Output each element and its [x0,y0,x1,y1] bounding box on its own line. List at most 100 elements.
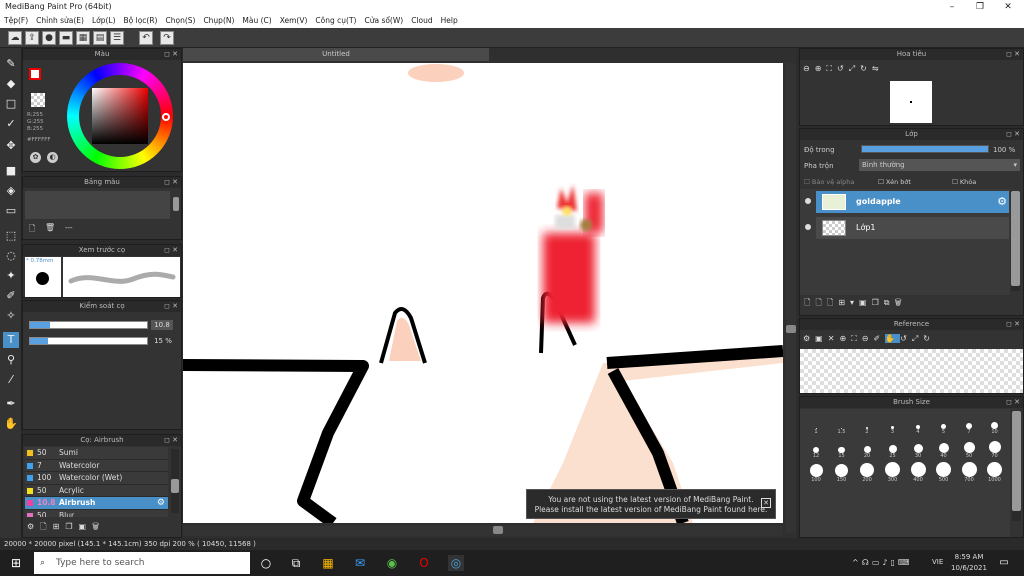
lasso-tool-icon[interactable]: ◌ [3,248,19,264]
gear-icon[interactable]: ⚙ [157,497,165,510]
canvas-vertical-scrollbar[interactable] [786,63,796,533]
close-button[interactable]: ✕ [994,0,1022,14]
saturation-value-square[interactable] [92,88,148,144]
cortana-icon[interactable]: ○ [258,555,274,571]
open-folder-icon[interactable]: ▣ [815,334,828,343]
brush-size-slider[interactable] [29,321,148,329]
new-palette-icon[interactable]: 🗋 [29,223,35,237]
ref-zoom-in-icon[interactable]: ⊕ [839,334,851,343]
notifications-icon[interactable]: ▭ [996,555,1012,571]
panel-close-icon[interactable]: ◻ ✕ [1006,129,1020,140]
tray-chevron-icon[interactable]: ^ [852,558,862,567]
windows-start-icon[interactable]: ⊞ [8,555,24,571]
add-layer-menu-icon[interactable]: ⊞▾ [838,298,859,307]
palette-add-icon[interactable]: ✿ [30,152,41,163]
menu-item[interactable]: Chỉnh sửa(E) [32,14,88,28]
panel-close-icon[interactable]: ◻ ✕ [1006,397,1020,408]
brush-size-cell[interactable]: 70 [983,439,1007,459]
ref-fullscreen-icon[interactable]: ⤢ [912,334,923,343]
brush-opacity-value[interactable]: 15 % [151,336,175,346]
zoom-out-icon[interactable]: ⊖ [803,64,815,73]
opera-icon[interactable]: O [416,555,432,571]
chrome-icon[interactable]: ◎ [448,555,464,571]
medibang-icon[interactable]: ◉ [384,555,400,571]
magic-wand-icon[interactable]: ✦ [3,268,19,284]
menu-item[interactable]: Cloud [407,14,436,28]
save-icon[interactable]: ⇪ [25,31,39,45]
delete-brush-icon[interactable]: 🗑 [92,522,105,531]
menu-item[interactable]: Cửa sổ(W) [360,14,407,28]
undo-icon[interactable]: ↶ [139,31,153,45]
brush-size-cell[interactable]: 200 [855,463,879,483]
brush-size-cell[interactable]: 1.5 [830,415,854,435]
brush-list-item[interactable]: 50 Blur [25,509,168,517]
move-tool-icon[interactable]: ✥ [3,138,19,154]
menu-item[interactable]: Công cụ(T) [311,14,360,28]
hue-wheel[interactable] [67,63,173,169]
brush-size-cell[interactable]: 700 [957,462,981,483]
ref-hand-icon[interactable]: ✋ [885,334,901,343]
drawing-canvas[interactable] [183,63,783,523]
cloud-icon[interactable]: ☁ [8,31,22,45]
panel-close-icon[interactable]: ◻ ✕ [164,177,178,188]
select-eraser-icon[interactable]: ✧ [3,308,19,324]
hue-handle[interactable] [162,113,170,121]
brush-size-cell[interactable]: 40 [932,439,956,459]
eye-icon[interactable] [805,198,811,204]
eyedropper-tool-icon[interactable]: ⁄ [3,372,19,388]
layer-list-scrollbar[interactable] [1011,191,1020,291]
menu-item[interactable]: Tệp(F) [0,14,32,28]
palette-scrollbar[interactable] [173,197,179,211]
layer-row[interactable]: goldapple ⚙ [805,191,1009,213]
taskbar-search[interactable]: ⌕ Type here to search [34,552,250,574]
bucket-tool-icon[interactable]: ◈ [3,183,19,199]
mail-icon[interactable]: ✉ [352,555,368,571]
lock-checkbox[interactable]: ☐ Khóa [952,178,976,186]
ref-fit-icon[interactable]: ⛶ [851,334,862,343]
fullscreen-icon[interactable]: ⤢ [849,64,860,73]
brush-size-cell[interactable]: 5 [932,415,956,435]
ref-rotate-left-icon[interactable]: ↺ [900,334,912,343]
merge-layer-icon[interactable]: ⧉ [884,298,895,307]
layer-opacity-slider[interactable] [861,145,989,153]
brush-size-cell[interactable]: 7 [957,415,981,435]
brush-size-cell[interactable]: 25 [881,439,905,459]
eraser-tool-icon[interactable]: ◆ [3,76,19,92]
store-icon[interactable]: ▦ [320,555,336,571]
hand-tool-icon[interactable]: ✋ [3,416,19,432]
operation-tool-icon[interactable]: ⚲ [3,352,19,368]
menu-item[interactable]: Lớp(L) [88,14,120,28]
gear-icon[interactable]: ⚙ [997,195,1007,208]
brush-list-item[interactable]: 100 Watercolor (Wet) [25,472,168,485]
panel-close-icon[interactable]: ◻ ✕ [164,435,178,446]
brush-size-cell[interactable]: 30 [906,439,930,459]
palette-list[interactable] [25,191,170,219]
task-view-icon[interactable]: ⧉ [288,555,304,571]
grid-icon[interactable]: ▦ [76,31,90,45]
brush-size-scrollbar[interactable] [1012,411,1021,521]
brush-size-cell[interactable]: 15 [830,439,854,459]
folder-layer-icon[interactable]: ▣ [859,298,872,307]
new-8bit-icon[interactable]: 🗋 [827,298,838,307]
panel-icon[interactable]: ▤ [93,31,107,45]
brush-size-cell[interactable]: 1 [804,415,828,435]
folder-tray-icon[interactable]: ▭ [872,558,883,567]
brush-size-cell[interactable]: 10 [983,415,1007,435]
duplicate-layer-icon[interactable]: ❐ [872,298,884,307]
reference-settings-icon[interactable]: ⚙ [803,334,815,343]
blend-mode-select[interactable]: Bình thường ▾ [859,159,1020,171]
maximize-button[interactable]: ❐ [966,0,994,14]
menu-item[interactable]: Màu (C) [238,14,275,28]
copy-brush-icon[interactable]: ❐ [65,522,78,531]
brush-size-cell[interactable]: 150 [830,463,854,483]
menu-item[interactable]: Xem(V) [276,14,312,28]
brush-opacity-slider[interactable] [29,337,148,345]
rect-tool-icon[interactable]: □ [3,96,19,112]
new-brush-icon[interactable]: 🗋 [40,522,52,531]
brush-size-cell[interactable]: 12 [804,439,828,459]
select-tool-icon[interactable]: ⬚ [3,228,19,244]
text-tool-icon[interactable]: T [3,332,19,348]
panel-close-icon[interactable]: ◻ ✕ [164,49,178,60]
brush-size-cell[interactable]: 500 [932,462,956,483]
menu-item[interactable]: Bộ lọc(R) [120,14,162,28]
